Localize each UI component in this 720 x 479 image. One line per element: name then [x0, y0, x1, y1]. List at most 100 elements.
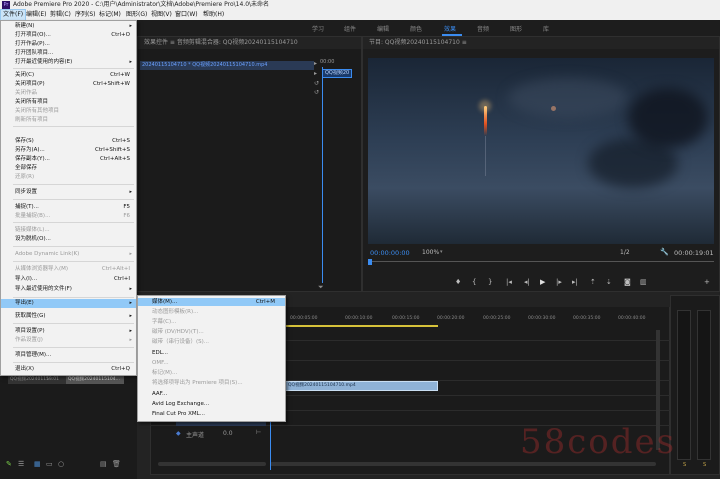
- timeline-zoom-scrollbar[interactable]: [270, 462, 656, 466]
- menu-view[interactable]: 视图(V): [149, 10, 174, 20]
- submenu-item-final-cut-pro-xml[interactable]: Final Cut Pro XML...: [138, 410, 285, 418]
- solo-icon-right[interactable]: S: [703, 462, 706, 468]
- workspace-tab-libraries[interactable]: 库: [543, 24, 549, 33]
- program-playhead[interactable]: [368, 259, 372, 265]
- menu-clip[interactable]: 剪辑(C): [48, 10, 73, 20]
- program-video-frame[interactable]: [368, 58, 714, 244]
- program-current-timecode[interactable]: 00:00:00:00: [370, 249, 410, 257]
- menu-item-project-manager[interactable]: 项目管理(M)...: [1, 351, 136, 359]
- clear-icon[interactable]: 🗑: [112, 460, 121, 468]
- mark-in-icon[interactable]: {: [472, 278, 476, 286]
- step-back-icon[interactable]: ◂|: [524, 278, 530, 286]
- submenu-item-captions: 字幕(C)...: [152, 319, 177, 325]
- workspace-tab-learn[interactable]: 学习: [312, 24, 324, 33]
- zoom-slider-icon[interactable]: ○: [58, 460, 64, 468]
- menu-separator: [13, 199, 134, 200]
- toggle-icon[interactable]: ▸: [314, 70, 317, 77]
- menu-item-dynamic-link: Adobe Dynamic Link(K) ▸: [15, 251, 132, 257]
- menu-item-open-project[interactable]: 打开项目(O)... Ctrl+O: [1, 31, 136, 39]
- workspace-tab-assembly[interactable]: 组件: [344, 24, 356, 33]
- menu-item-project-settings[interactable]: 项目设置(P) ▸: [1, 327, 136, 335]
- go-to-out-icon[interactable]: ▸|: [572, 278, 578, 286]
- menu-item-close[interactable]: 关闭(C) Ctrl+W: [1, 71, 136, 79]
- freeform-view-icon[interactable]: ▭: [46, 460, 53, 468]
- menu-file[interactable]: 文件(F): [0, 9, 27, 21]
- submenu-item-avid-log-exchange[interactable]: Avid Log Exchange...: [138, 400, 285, 408]
- work-area-bar[interactable]: [285, 325, 438, 327]
- submenu-item-edl[interactable]: EDL...: [138, 349, 285, 357]
- menu-item-capture[interactable]: 捕捉(T)... F5: [1, 203, 136, 211]
- new-bin-icon[interactable]: ▤: [100, 460, 107, 468]
- menu-item-save[interactable]: 保存(S) Ctrl+S: [1, 137, 136, 145]
- mark-out-icon[interactable]: }: [488, 278, 492, 286]
- submenu-item-motion-graphics-template: 动态图形模板(R)...: [152, 309, 199, 315]
- menu-window[interactable]: 窗口(W): [173, 10, 200, 20]
- submenu-arrow-icon: ▸: [129, 300, 132, 306]
- submenu-item-media[interactable]: 媒体(M)... Ctrl+M: [138, 298, 285, 306]
- export-frame-icon[interactable]: ◙: [624, 278, 631, 286]
- list-view-icon[interactable]: ☰: [18, 460, 24, 468]
- menu-item-sync-settings[interactable]: 同步设置 ▸: [1, 188, 136, 196]
- wrench-icon[interactable]: 🔧: [660, 248, 669, 256]
- program-scrubber[interactable]: [368, 261, 714, 269]
- menu-item-export[interactable]: 导出(E) ▸: [1, 299, 136, 308]
- solo-icon-left[interactable]: S: [683, 462, 686, 468]
- menu-graphics[interactable]: 图形(G): [124, 10, 149, 20]
- workspace-tab-graphics[interactable]: 图形: [510, 24, 522, 33]
- go-to-in-icon[interactable]: |◂: [506, 278, 512, 286]
- lift-icon[interactable]: ⇡: [590, 278, 596, 286]
- master-track-label: 主声道: [186, 432, 205, 439]
- menu-item-get-properties[interactable]: 获取属性(G) ▸: [1, 312, 136, 320]
- workspace-tab-color[interactable]: 颜色: [410, 24, 422, 33]
- mini-playhead[interactable]: [322, 67, 323, 283]
- play-icon[interactable]: ▶: [540, 278, 545, 286]
- menu-edit[interactable]: 编辑(E): [24, 10, 48, 20]
- menu-item-import-recent[interactable]: 导入最近使用的文件(F) ▸: [1, 285, 136, 293]
- add-button-icon[interactable]: +: [704, 278, 710, 286]
- menu-item-open-production[interactable]: 打开作品(P)...: [1, 40, 136, 48]
- menu-item-save-as[interactable]: 另存为(A)... Ctrl+Shift+S: [1, 146, 136, 154]
- filter-icon[interactable]: ⏷: [318, 283, 324, 292]
- menu-sequence[interactable]: 序列(S): [73, 10, 98, 20]
- reset-icon[interactable]: ↺: [314, 80, 319, 87]
- menu-markers[interactable]: 标记(M): [97, 10, 123, 20]
- menu-item-save-copy[interactable]: 保存副本(Y)... Ctrl+Alt+S: [1, 155, 136, 163]
- timeline-video-clip[interactable]: QQ视频20240115104710.mp4: [285, 381, 438, 391]
- workspace-tab-editing[interactable]: 编辑: [377, 24, 389, 33]
- track-expand-icon[interactable]: ⊢: [256, 429, 261, 436]
- menu-bar: 文件(F) 编辑(E) 剪辑(C) 序列(S) 标记(M) 图形(G) 视图(V…: [0, 9, 720, 21]
- resolution-select[interactable]: 1/2: [620, 249, 630, 256]
- clip-name-row[interactable]: 20240115104710 * QQ视频20240115104710.mp4: [140, 61, 314, 70]
- menu-item-make-offline[interactable]: 设为脱机(O)...: [1, 235, 136, 243]
- workspace-tab-effects[interactable]: 效果: [444, 24, 456, 33]
- menu-item-save-all[interactable]: 全部保存: [1, 164, 136, 172]
- timeline-horizontal-scrollbar[interactable]: [158, 462, 266, 466]
- distant-light: [551, 106, 556, 111]
- title-bar: Pr Adobe Premiere Pro 2020 - C:\用户\Admin…: [0, 0, 720, 10]
- workspace-tab-audio[interactable]: 音频: [477, 24, 489, 33]
- zoom-select[interactable]: 100%: [422, 249, 439, 256]
- menu-item-exit[interactable]: 退出(X) Ctrl+Q: [1, 365, 136, 373]
- icon-view-icon[interactable]: ▦: [34, 460, 41, 468]
- menu-item-new[interactable]: 新建(N) ▸: [1, 22, 136, 30]
- play-only-icon[interactable]: ▸: [314, 60, 317, 67]
- submenu-arrow-icon: ▸: [129, 23, 132, 29]
- menu-item-close-all-projects[interactable]: 关闭所有项目: [1, 98, 136, 106]
- pencil-icon[interactable]: ✎: [6, 460, 12, 468]
- menu-help[interactable]: 帮助(H): [201, 10, 226, 20]
- reset-icon-2[interactable]: ↺: [314, 89, 319, 96]
- menu-item-open-team-project[interactable]: 打开团队项目...: [1, 49, 136, 57]
- master-track-icon[interactable]: ◆: [176, 430, 181, 437]
- audio-meter: S S: [670, 295, 720, 475]
- marker-icon[interactable]: ♦: [455, 278, 461, 286]
- menu-item-import[interactable]: 导入(I)... Ctrl+I: [1, 275, 136, 283]
- menu-item-close-project[interactable]: 关闭项目(P) Ctrl+Shift+W: [1, 80, 136, 88]
- extract-icon[interactable]: ⇣: [606, 278, 612, 286]
- step-forward-icon[interactable]: |▸: [556, 278, 562, 286]
- mini-timeline-clip[interactable]: QQ视频20: [322, 69, 352, 78]
- comparison-view-icon[interactable]: ▥: [640, 278, 647, 286]
- project-item-label[interactable]: QQ视频20240115104...: [66, 376, 124, 384]
- submenu-item-aaf[interactable]: AAF...: [138, 390, 285, 398]
- zoom-dropdown-icon[interactable]: ▾: [440, 249, 443, 255]
- menu-item-open-recent[interactable]: 打开最近使用的内容(E) ▸: [1, 58, 136, 66]
